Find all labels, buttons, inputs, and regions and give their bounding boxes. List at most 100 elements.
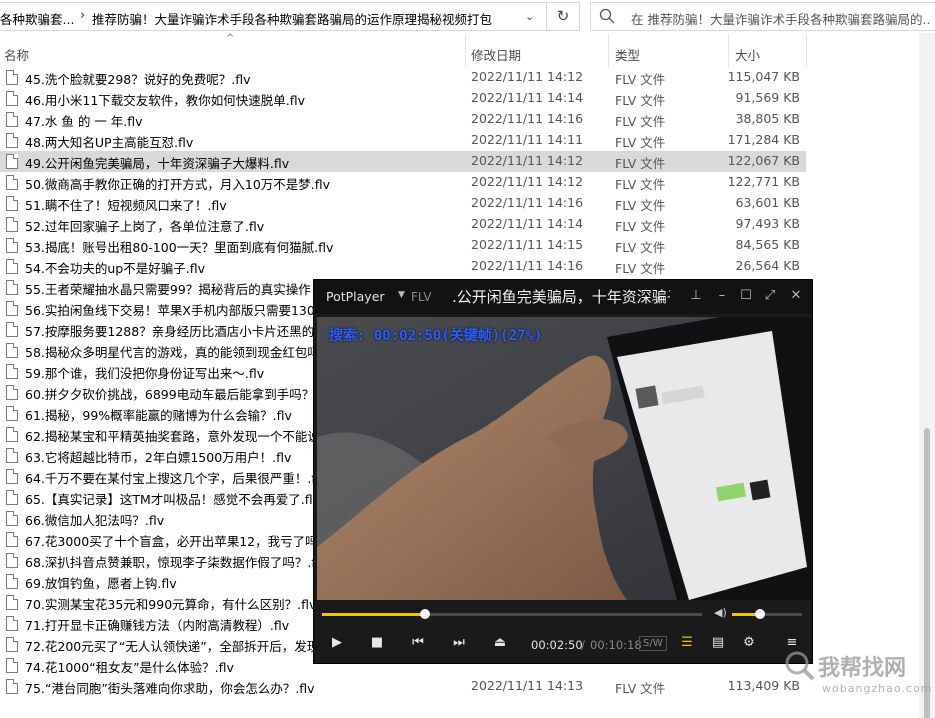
breadcrumb-separator-icon[interactable]: › bbox=[80, 8, 85, 23]
refresh-button[interactable]: ↻ bbox=[547, 2, 580, 31]
file-name: 74.花1000“租女友”是什么体验？.flv bbox=[25, 660, 234, 675]
watermark-url: wobangzhao.com bbox=[822, 682, 933, 695]
previous-icon[interactable]: ⏮ bbox=[407, 632, 429, 654]
file-name: 50.微商高手教你正确的打开方式，月入10万不是梦.flv bbox=[25, 177, 331, 192]
seek-handle[interactable] bbox=[419, 609, 430, 619]
file-name: 49.公开闲鱼完美骗局，十年资深骗子大爆料.flv bbox=[25, 156, 290, 171]
player-app-name[interactable]: PotPlayer bbox=[326, 289, 385, 304]
refresh-icon: ↻ bbox=[556, 7, 570, 25]
file-row[interactable]: 51.瞒不住了！短视频风口来了！.flv 2022/11/11 14:16 FLV … bbox=[0, 193, 806, 214]
file-date: 2022/11/11 14:16 bbox=[471, 111, 584, 126]
file-row[interactable]: 50.微商高手教你正确的打开方式，月入10万不是梦.flv 2022/11/11 … bbox=[0, 172, 806, 193]
column-header-date[interactable]: 修改日期 bbox=[471, 45, 521, 64]
column-divider[interactable] bbox=[465, 34, 466, 68]
column-header-size[interactable]: 大小 bbox=[735, 45, 760, 64]
breadcrumb-current[interactable]: 推荐防骗！大量诈骗诈术手段各种欺骗套路骗局的运作原理揭秘视频打包 bbox=[92, 9, 492, 28]
column-divider[interactable] bbox=[728, 34, 729, 68]
file-type: FLV 文件 bbox=[615, 72, 666, 87]
maximize-icon[interactable]: ☐ bbox=[738, 288, 754, 303]
decoder-sw-badge[interactable]: S/W bbox=[639, 636, 667, 651]
file-date: 2022/11/11 14:13 bbox=[471, 678, 584, 693]
playlist-search-icon[interactable]: ☰ bbox=[676, 632, 698, 654]
fullscreen-icon[interactable]: ⤢ bbox=[762, 288, 778, 303]
file-icon bbox=[6, 364, 18, 379]
current-time: 00:02:50 bbox=[531, 638, 583, 652]
close-icon[interactable]: ✕ bbox=[788, 288, 804, 303]
file-size: 122,771 KB bbox=[727, 174, 800, 189]
file-icon bbox=[6, 490, 18, 505]
file-icon bbox=[6, 427, 18, 442]
column-divider[interactable] bbox=[806, 34, 807, 68]
volume-slider[interactable] bbox=[732, 609, 802, 619]
file-icon bbox=[6, 196, 18, 211]
column-divider[interactable] bbox=[608, 34, 609, 68]
file-icon bbox=[6, 532, 18, 547]
file-name: 75.“港台同胞”街头落难向你求助，你会怎么办？.flv bbox=[25, 681, 315, 696]
video-title: .公开闲鱼完美骗局，十年资深骗子大爆料 bbox=[452, 288, 670, 306]
file-name: 58.揭秘众多明星代言的游戏，真的能领到现金红包吗？.flv bbox=[25, 345, 352, 360]
file-row[interactable]: 46.用小米11下载交友软件，教你如何快速脱单.flv 2022/11/11 14… bbox=[0, 88, 806, 109]
file-icon bbox=[6, 91, 18, 106]
address-dropdown-chevron-icon[interactable]: ⌄ bbox=[525, 10, 534, 23]
play-icon[interactable]: ▶ bbox=[326, 632, 348, 654]
file-type: FLV 文件 bbox=[615, 240, 666, 255]
chevron-down-icon[interactable]: ▼ bbox=[398, 290, 405, 300]
file-row[interactable]: 49.公开闲鱼完美骗局，十年资深骗子大爆料.flv 2022/11/11 14:1… bbox=[0, 151, 806, 172]
file-icon bbox=[6, 301, 18, 316]
file-date: 2022/11/11 14:12 bbox=[471, 69, 584, 84]
stop-icon[interactable]: ■ bbox=[366, 632, 388, 654]
file-icon bbox=[6, 322, 18, 337]
file-row[interactable]: 75.“港台同胞”街头落难向你求助，你会怎么办？.flv 2022/11/11 1… bbox=[0, 676, 806, 697]
file-icon bbox=[6, 175, 18, 190]
potplayer-window[interactable]: PotPlayer ▼ FLV .公开闲鱼完美骗局，十年资深骗子大爆料 ⊥ – … bbox=[313, 279, 813, 664]
column-header-name[interactable]: 名称 bbox=[4, 45, 29, 64]
file-row[interactable]: 45.洗个脸就要298？说好的免费呢？.flv 2022/11/11 14:12 F… bbox=[0, 67, 806, 88]
file-size: 84,565 KB bbox=[735, 237, 800, 252]
file-name: 51.瞒不住了！短视频风口来了！.flv bbox=[25, 198, 227, 213]
minimize-icon[interactable]: – bbox=[714, 288, 730, 303]
next-icon[interactable]: ⏭ bbox=[448, 632, 470, 654]
vertical-scrollbar[interactable] bbox=[919, 33, 935, 718]
file-name: 53.揭底！账号出租80-100一天？里面到底有何猫腻.flv bbox=[25, 240, 334, 255]
file-row[interactable]: 52.过年回家骗子上岗了，各单位注意了.flv 2022/11/11 14:14 F… bbox=[0, 214, 806, 235]
player-title-bar[interactable]: PotPlayer ▼ FLV .公开闲鱼完美骗局，十年资深骗子大爆料 ⊥ – … bbox=[314, 280, 812, 314]
subtitle-icon[interactable]: ▤ bbox=[707, 632, 729, 654]
file-row[interactable]: 53.揭底！账号出租80-100一天？里面到底有何猫腻.flv 2022/11/1… bbox=[0, 235, 806, 256]
file-icon bbox=[6, 112, 18, 127]
volume-handle[interactable] bbox=[755, 609, 765, 619]
video-frame[interactable]: 搜索: 00:02:50(关键帧)(27%) bbox=[317, 317, 811, 600]
search-input[interactable]: 在 推荐防骗！大量诈骗诈术手段各种欺骗套路骗局的... bbox=[590, 2, 935, 31]
file-icon bbox=[6, 511, 18, 526]
file-size: 97,493 KB bbox=[735, 216, 800, 231]
file-type: FLV 文件 bbox=[615, 135, 666, 150]
file-date: 2022/11/11 14:12 bbox=[471, 153, 584, 168]
column-header-type[interactable]: 类型 bbox=[615, 45, 640, 64]
file-name: 57.按摩服务要1288？亲身经历比酒店小卡片还黑的套路.flv bbox=[25, 324, 359, 339]
file-row[interactable]: 47.水 鱼 的 一 年.flv 2022/11/11 14:16 FLV 文件 38… bbox=[0, 109, 806, 130]
search-icon bbox=[599, 8, 615, 24]
watermark-logo: 我帮找网 wobangzhao.com bbox=[778, 646, 935, 718]
file-name: 48.两大知名UP主高能互怼.flv bbox=[25, 135, 194, 150]
file-icon bbox=[6, 259, 18, 274]
seek-bar[interactable] bbox=[322, 609, 702, 619]
file-size: 38,805 KB bbox=[735, 111, 800, 126]
file-row[interactable]: 54.不会功夫的up不是好骗子.flv 2022/11/11 14:16 FLV 文… bbox=[0, 256, 806, 277]
total-time: 00:10:18 bbox=[590, 638, 642, 652]
file-name: 60.拼夕夕砍价挑战，6899电动车最后能拿到手吗？.flv bbox=[25, 387, 334, 402]
eject-icon[interactable]: ⏏ bbox=[489, 632, 511, 654]
file-icon bbox=[6, 406, 18, 421]
file-row[interactable]: 48.两大知名UP主高能互怼.flv 2022/11/11 14:11 FLV 文件… bbox=[0, 130, 806, 151]
pin-icon[interactable]: ⊥ bbox=[688, 288, 704, 303]
file-icon bbox=[6, 679, 18, 694]
file-size: 171,284 KB bbox=[727, 132, 800, 147]
volume-icon[interactable]: ◀) bbox=[714, 606, 727, 619]
breadcrumb-parent[interactable]: 各种欺骗套... bbox=[0, 9, 74, 28]
file-type: FLV 文件 bbox=[615, 177, 666, 192]
file-name: 68.深扒抖音点赞兼职，惊现李子柒数据作假了吗？.flv bbox=[25, 555, 327, 570]
format-label: FLV bbox=[411, 290, 432, 304]
file-icon bbox=[6, 595, 18, 610]
file-type: FLV 文件 bbox=[615, 219, 666, 234]
address-bar[interactable]: 各种欺骗套... › 推荐防骗！大量诈骗诈术手段各种欺骗套路骗局的运作原理揭秘视… bbox=[0, 2, 547, 31]
gear-icon[interactable]: ⚙ bbox=[738, 632, 760, 654]
file-size: 122,067 KB bbox=[727, 153, 800, 168]
